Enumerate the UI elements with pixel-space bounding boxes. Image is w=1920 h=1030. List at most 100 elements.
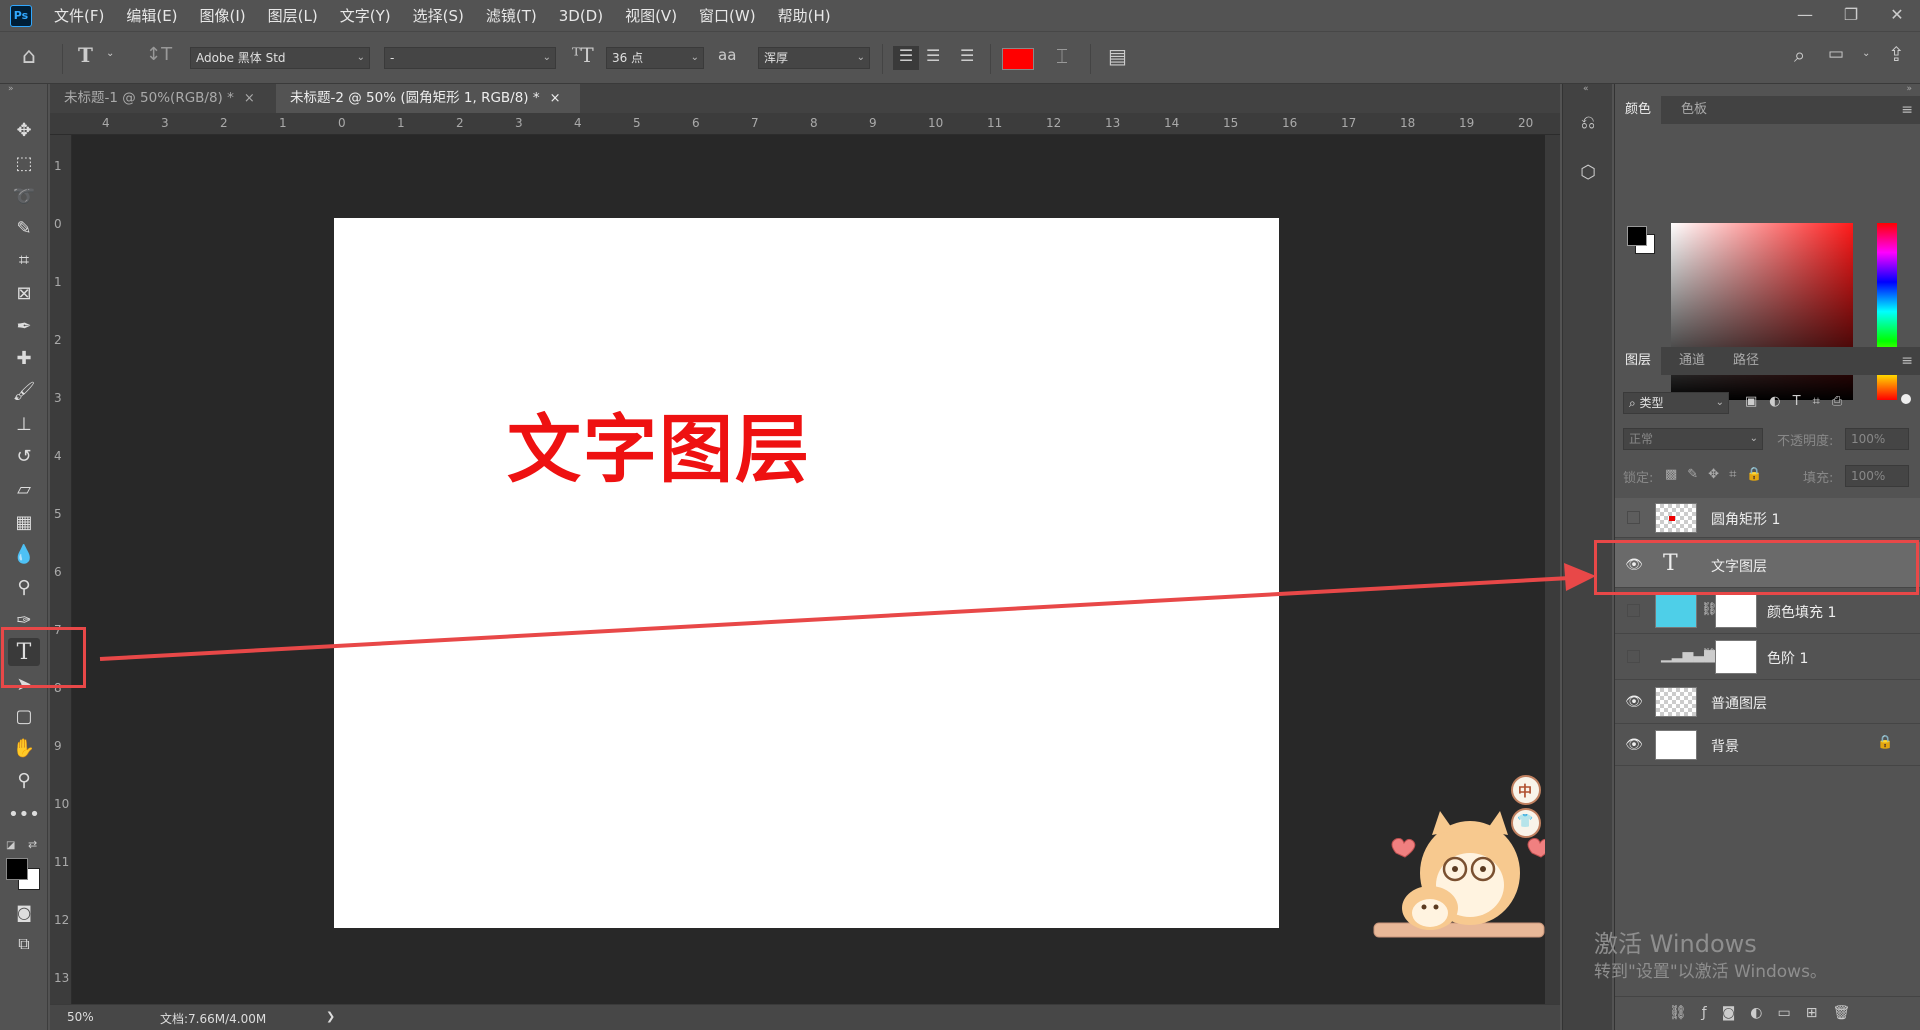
font-size-select[interactable]: 36 点 ⌄ xyxy=(606,47,704,69)
filter-toggle-icon[interactable] xyxy=(1901,394,1911,404)
layer-row[interactable]: 圆角矩形 1 xyxy=(1615,498,1920,538)
menu-3d[interactable]: 3D(D) xyxy=(559,7,603,25)
brush-tool-icon[interactable]: 🖌 xyxy=(8,377,40,405)
panel-menu-icon[interactable]: ≡ xyxy=(1901,353,1913,369)
eyedropper-tool-icon[interactable]: ✒ xyxy=(8,312,40,340)
zoom-level[interactable]: 50% xyxy=(67,1010,94,1024)
document-canvas[interactable]: 文字图层 xyxy=(334,218,1279,928)
collapse-panels-icon[interactable]: » xyxy=(1906,84,1912,94)
history-panel-icon[interactable]: ⎌ xyxy=(1573,108,1603,136)
menu-file[interactable]: 文件(F) xyxy=(54,5,104,26)
character-panel-icon[interactable]: ▤ xyxy=(1108,44,1127,68)
lock-icons[interactable]: ▩✎✥⌗🔒 xyxy=(1665,467,1773,482)
status-menu-arrow-icon[interactable]: ❯ xyxy=(326,1010,335,1023)
eye-icon[interactable]: 👁 xyxy=(1625,694,1643,710)
warp-text-icon[interactable]: ⌶ xyxy=(1056,44,1068,68)
search-icon[interactable]: ⌕ xyxy=(1794,43,1805,67)
move-tool-icon[interactable]: ✥ xyxy=(8,116,40,144)
menu-type[interactable]: 文字(Y) xyxy=(340,5,391,26)
menu-select[interactable]: 选择(S) xyxy=(413,5,464,26)
restore-button[interactable]: ❐ xyxy=(1828,0,1874,28)
vertical-ruler[interactable]: 1 0 1 2 3 4 5 6 7 8 9 10 11 12 13 xyxy=(50,135,72,1004)
visibility-toggle-off[interactable] xyxy=(1627,511,1640,524)
menu-edit[interactable]: 编辑(E) xyxy=(126,5,177,26)
align-left-icon[interactable]: ☰ xyxy=(893,46,919,70)
dodge-tool-icon[interactable]: ⚲ xyxy=(8,573,40,601)
horizontal-ruler[interactable]: 4 3 2 1 0 1 2 3 4 5 6 7 8 9 10 11 12 13 14 15 16 17 18 19 20 xyxy=(70,113,1560,135)
layer-filter-icons[interactable]: ▣◐T⌗⎙ xyxy=(1745,394,1854,409)
zoom-tool-icon[interactable]: ⚲ xyxy=(8,766,40,794)
visibility-toggle-off[interactable] xyxy=(1627,604,1640,617)
menu-window[interactable]: 窗口(W) xyxy=(699,5,756,26)
blur-tool-icon[interactable]: 💧 xyxy=(8,540,40,568)
menu-layer[interactable]: 图层(L) xyxy=(268,5,318,26)
text-orientation-icon[interactable]: ↕T xyxy=(146,44,172,65)
tab-swatches[interactable]: 色板 xyxy=(1671,96,1717,124)
align-right-icon[interactable]: ☰ xyxy=(960,46,974,65)
options-bar: ⌂ T ⌄ ↕T Adobe 黑体 Std ⌄ - ⌄ ᵀT 36 点 ⌄ aa 浑厚… xyxy=(0,31,1920,84)
foreground-color-swatch[interactable] xyxy=(6,858,28,880)
text-color-swatch[interactable] xyxy=(1002,48,1034,70)
minimize-button[interactable]: — xyxy=(1782,0,1828,28)
panel-foreground-swatch[interactable] xyxy=(1627,226,1647,246)
eye-icon[interactable]: 👁 xyxy=(1625,737,1643,753)
screen-mode-icon[interactable]: ⧉ xyxy=(8,930,40,958)
expand-dock-icon[interactable]: « xyxy=(1583,84,1589,94)
fill-input[interactable]: 100% xyxy=(1845,465,1909,487)
chevron-down-icon[interactable]: ⌄ xyxy=(106,48,114,59)
layer-row[interactable]: 👁 普通图层 xyxy=(1615,680,1920,724)
lasso-tool-icon[interactable]: ➰ xyxy=(8,182,40,210)
quick-mask-icon[interactable]: ◙ xyxy=(8,898,40,926)
align-center-icon[interactable]: ☰ xyxy=(926,46,940,65)
antialias-select[interactable]: 浑厚 ⌄ xyxy=(758,47,870,69)
font-style-select[interactable]: - ⌄ xyxy=(384,47,556,69)
canvas-text-layer[interactable]: 文字图层 xyxy=(507,390,811,497)
vertical-scrollbar[interactable] xyxy=(1545,135,1560,1004)
chevron-down-icon[interactable]: ⌄ xyxy=(1862,48,1870,59)
collapse-toolbar-icon[interactable]: » xyxy=(8,84,14,94)
hand-tool-icon[interactable]: ✋ xyxy=(8,734,40,762)
gradient-tool-icon[interactable]: ▦ xyxy=(8,508,40,536)
menu-image[interactable]: 图像(I) xyxy=(200,5,246,26)
history-brush-tool-icon[interactable]: ↺ xyxy=(8,442,40,470)
marquee-tool-icon[interactable]: ⬚ xyxy=(8,149,40,177)
ruler-origin[interactable] xyxy=(50,113,72,135)
type-tool-preset-icon[interactable]: T xyxy=(78,43,93,67)
blend-mode-select[interactable]: 正常 ⌄ xyxy=(1623,428,1763,450)
document-tab-active[interactable]: 未标题-2 @ 50% (圆角矩形 1, RGB/8) * × xyxy=(276,84,580,113)
panel-menu-icon[interactable]: ≡ xyxy=(1901,102,1913,118)
workspace-icon[interactable]: ▭ xyxy=(1828,44,1844,64)
menu-help[interactable]: 帮助(H) xyxy=(778,5,831,26)
tab-layers[interactable]: 图层 xyxy=(1615,347,1662,375)
menu-filter[interactable]: 滤镜(T) xyxy=(486,5,537,26)
shape-tool-icon[interactable]: ▢ xyxy=(8,702,40,730)
tab-channels[interactable]: 通道 xyxy=(1669,347,1715,375)
canvas-area[interactable]: 文字图层 中 👕 xyxy=(72,135,1560,1004)
close-window-button[interactable]: ✕ xyxy=(1874,0,1920,28)
tab-paths[interactable]: 路径 xyxy=(1723,347,1769,375)
more-tools-icon[interactable]: ••• xyxy=(8,800,40,828)
swap-colors-icon[interactable]: ⇄ xyxy=(28,838,37,851)
eraser-tool-icon[interactable]: ▱ xyxy=(8,475,40,503)
layer-filter-select[interactable]: ⌕ 类型 ⌄ xyxy=(1623,392,1729,414)
frame-tool-icon[interactable]: ⊠ xyxy=(8,279,40,307)
opacity-input[interactable]: 100% xyxy=(1845,428,1909,450)
visibility-toggle-off[interactable] xyxy=(1627,650,1640,663)
crop-tool-icon[interactable]: ⌗ xyxy=(8,246,40,274)
menu-view[interactable]: 视图(V) xyxy=(625,5,677,26)
default-colors-icon[interactable]: ◪ xyxy=(6,840,15,851)
stamp-tool-icon[interactable]: ⊥ xyxy=(8,410,40,438)
layer-actions-icons[interactable]: ⛓ƒ◙◐▭⊞🗑 xyxy=(1669,1005,1865,1021)
quick-select-tool-icon[interactable]: ✎ xyxy=(8,214,40,242)
tab-color[interactable]: 颜色 xyxy=(1615,96,1662,124)
font-family-select[interactable]: Adobe 黑体 Std ⌄ xyxy=(190,47,370,69)
layer-row[interactable]: ▁▂▅▃▆ ⛓ 色阶 1 xyxy=(1615,634,1920,680)
close-tab-icon[interactable]: × xyxy=(550,91,561,106)
home-icon[interactable]: ⌂ xyxy=(22,44,36,69)
layer-row[interactable]: 👁 背景 🔒 xyxy=(1615,724,1920,766)
share-icon[interactable]: ⇪ xyxy=(1888,42,1905,66)
document-tab[interactable]: 未标题-1 @ 50%(RGB/8) * × xyxy=(50,84,272,113)
3d-panel-icon[interactable]: ⬡ xyxy=(1573,158,1603,186)
close-tab-icon[interactable]: × xyxy=(244,91,255,106)
healing-brush-tool-icon[interactable]: ✚ xyxy=(8,344,40,372)
